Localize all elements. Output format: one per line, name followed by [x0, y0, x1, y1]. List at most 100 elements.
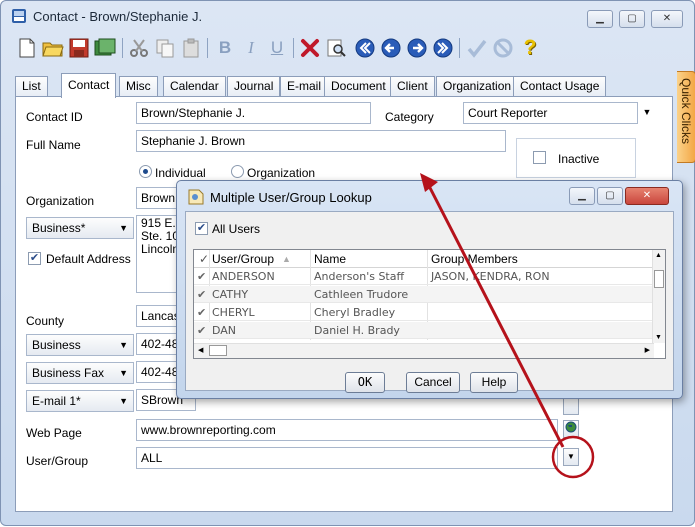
check-icon[interactable] — [465, 36, 489, 60]
save-close-icon[interactable] — [93, 36, 117, 60]
grid-vertical-scrollbar[interactable]: ▲ ▼ — [652, 250, 665, 343]
email-button-icon[interactable] — [563, 397, 579, 415]
individual-radio[interactable] — [139, 165, 152, 178]
previous-icon[interactable] — [379, 36, 403, 60]
fax-type-value: Business Fax — [32, 366, 105, 380]
italic-icon[interactable]: I — [239, 36, 263, 60]
organization-radio[interactable] — [231, 165, 244, 178]
tab-contact-usage[interactable]: Contact Usage — [513, 76, 607, 97]
scroll-right-icon[interactable]: ▶ — [645, 346, 650, 354]
contact-window: Contact - Brown/Stephanie J. ▁ ▢ ✕ B I U — [0, 0, 695, 526]
scroll-left-icon[interactable]: ◀ — [198, 346, 203, 354]
row-name: Cheryl Bradley — [314, 306, 396, 319]
organization-label: Organization — [26, 194, 95, 208]
minimize-button[interactable]: ▁ — [587, 10, 613, 28]
help-button[interactable]: Help — [470, 372, 518, 393]
category-field[interactable]: Court Reporter — [463, 102, 638, 124]
underline-icon[interactable]: U — [265, 36, 289, 60]
dialog-close-button[interactable]: ✕ — [625, 187, 669, 205]
tab-email[interactable]: E-mail — [280, 76, 329, 97]
category-dropdown-icon[interactable]: ▼ — [639, 104, 655, 122]
close-button[interactable]: ✕ — [651, 10, 683, 28]
row-user: ANDERSON — [212, 270, 275, 283]
toolbar-separator — [459, 38, 460, 58]
row-check-icon: ✔ — [197, 288, 207, 301]
cancel-button[interactable]: Cancel — [406, 372, 460, 393]
column-user-group[interactable]: User/Group — [212, 252, 274, 266]
open-icon[interactable] — [41, 36, 65, 60]
default-address-checkbox[interactable]: ✔ — [28, 252, 41, 265]
default-address-label: Default Address — [46, 252, 131, 266]
row-check-icon: ✔ — [197, 306, 207, 319]
row-name: Daniel H. Brady — [314, 324, 400, 337]
tab-document[interactable]: Document — [324, 76, 393, 97]
grid-row[interactable]: ✔ ANDERSON Anderson's Staff JASON, KENDR… — [194, 268, 654, 285]
row-name: Anderson's Staff — [314, 270, 405, 283]
tab-organization[interactable]: Organization — [436, 76, 519, 97]
grid-row[interactable]: ✔ CHERYL Cheryl Bradley — [194, 304, 654, 321]
contact-id-field[interactable]: Brown/Stephanie J. — [136, 102, 371, 124]
phone-type-select[interactable]: Business ▼ — [26, 334, 134, 356]
grid-row[interactable]: ✔ DAN Daniel H. Brady — [194, 322, 654, 339]
window-title: Contact - Brown/Stephanie J. — [33, 9, 203, 24]
dialog-title: Multiple User/Group Lookup — [210, 190, 372, 205]
ok-button[interactable]: OK — [345, 372, 385, 393]
tab-client[interactable]: Client — [390, 76, 435, 97]
tab-journal[interactable]: Journal — [227, 76, 281, 97]
column-name[interactable]: Name — [314, 252, 346, 266]
first-icon[interactable] — [353, 36, 377, 60]
maximize-button[interactable]: ▢ — [619, 10, 645, 28]
tab-list[interactable]: List — [15, 76, 48, 97]
bold-icon[interactable]: B — [213, 36, 237, 60]
tab-calendar[interactable]: Calendar — [163, 76, 226, 97]
category-label: Category — [385, 110, 434, 124]
tab-misc[interactable]: Misc — [119, 76, 158, 97]
scroll-thumb[interactable] — [209, 345, 227, 356]
all-users-checkbox[interactable]: ✔ — [195, 222, 208, 235]
cut-icon[interactable] — [127, 36, 151, 60]
quick-clicks-tab[interactable]: Quick Clicks — [677, 71, 695, 163]
dialog-minimize-button[interactable]: ▁ — [569, 187, 595, 205]
scroll-up-icon[interactable]: ▲ — [655, 252, 662, 259]
toolbar: B I U ? — [15, 33, 615, 63]
globe-icon[interactable] — [563, 420, 579, 438]
quick-clicks-label: Quick Clicks — [679, 78, 693, 145]
chevron-down-icon: ▼ — [119, 396, 128, 406]
next-icon[interactable] — [405, 36, 429, 60]
paste-icon[interactable] — [179, 36, 203, 60]
fax-type-select[interactable]: Business Fax ▼ — [26, 362, 134, 384]
scroll-thumb[interactable] — [654, 270, 664, 288]
toolbar-separator — [207, 38, 208, 58]
new-icon[interactable] — [15, 36, 39, 60]
copy-icon[interactable] — [153, 36, 177, 60]
email-type-select[interactable]: E-mail 1* ▼ — [26, 390, 134, 412]
organization-radio-label: Organization — [247, 166, 316, 180]
delete-icon[interactable] — [298, 36, 322, 60]
dialog-maximize-button[interactable]: ▢ — [597, 187, 623, 205]
row-check-icon: ✔ — [197, 270, 207, 283]
user-group-grid: ✓ User/Group ▲ Name Group Members ✔ ANDE… — [193, 249, 666, 359]
grid-horizontal-scrollbar[interactable]: ◀ ▶ — [194, 343, 654, 358]
column-group-members[interactable]: Group Members — [431, 252, 518, 266]
user-group-dropdown-icon[interactable]: ▼ — [563, 448, 579, 466]
sort-ascending-icon: ▲ — [282, 254, 291, 264]
web-page-field[interactable]: www.brownreporting.com — [136, 419, 558, 441]
help-icon[interactable]: ? — [518, 36, 542, 60]
all-users-label: All Users — [212, 222, 261, 236]
full-name-field[interactable]: Stephanie J. Brown — [136, 130, 506, 152]
find-icon[interactable] — [324, 36, 348, 60]
inactive-label: Inactive — [558, 152, 600, 166]
address-type-select[interactable]: Business* ▼ — [26, 217, 134, 239]
last-icon[interactable] — [431, 36, 455, 60]
user-group-field[interactable]: ALL — [136, 447, 558, 469]
toolbar-separator — [122, 38, 123, 58]
cancel-icon[interactable] — [491, 36, 515, 60]
grid-row[interactable]: ✔ CATHY Cathleen Trudore — [194, 286, 654, 303]
save-icon[interactable] — [67, 36, 91, 60]
tab-contact[interactable]: Contact — [61, 73, 117, 98]
select-column-check-icon: ✓ — [199, 252, 210, 266]
county-label: County — [26, 314, 65, 328]
user-group-lookup-dialog: Multiple User/Group Lookup ▁ ▢ ✕ ✔ All U… — [176, 180, 683, 399]
scroll-down-icon[interactable]: ▼ — [655, 334, 662, 341]
inactive-checkbox[interactable] — [533, 151, 546, 164]
